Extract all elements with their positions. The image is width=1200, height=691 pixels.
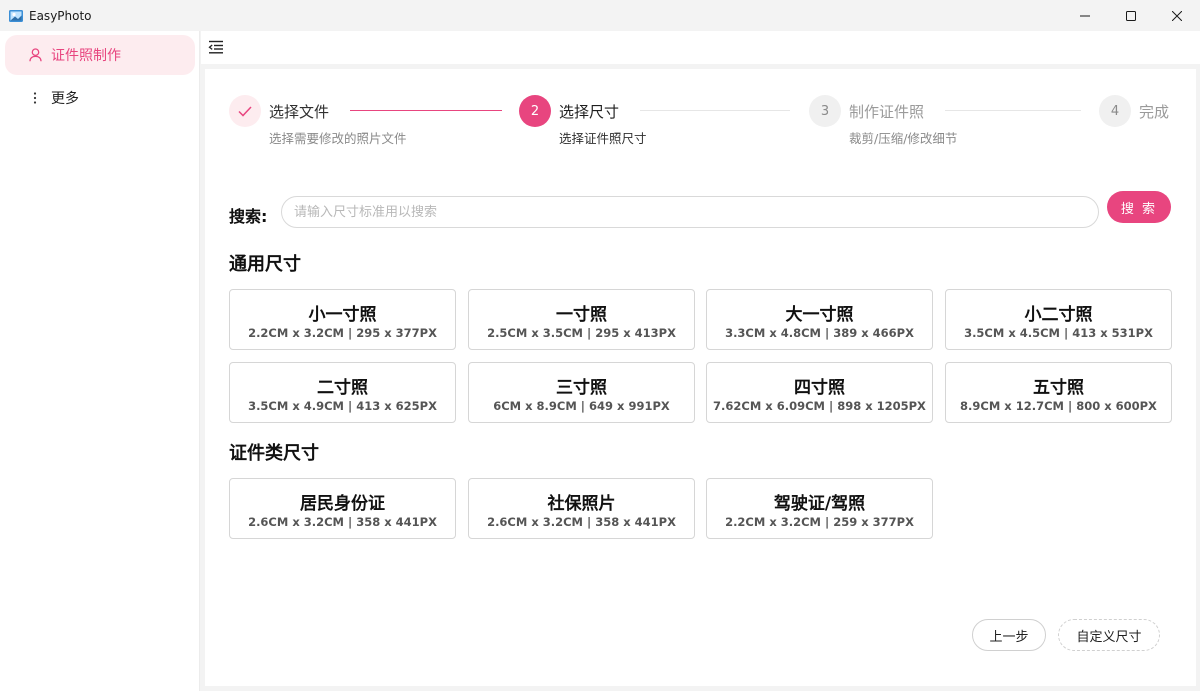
size-card[interactable]: 三寸照 6CM x 8.9CM | 649 x 991PX <box>468 362 695 423</box>
step-description: 选择需要修改的照片文件 <box>269 131 407 146</box>
size-spec: 2.6CM x 3.2CM | 358 x 441PX <box>487 515 676 529</box>
custom-size-button[interactable]: 自定义尺寸 <box>1058 619 1160 651</box>
size-name: 二寸照 <box>317 378 368 398</box>
size-card[interactable]: 驾驶证/驾照 2.2CM x 3.2CM | 259 x 377PX <box>706 478 933 539</box>
size-spec: 3.3CM x 4.8CM | 389 x 466PX <box>725 326 914 340</box>
step-title: 制作证件照 <box>849 103 925 121</box>
step-connector <box>640 110 790 111</box>
size-spec: 2.5CM x 3.5CM | 295 x 413PX <box>487 326 676 340</box>
size-name: 四寸照 <box>794 378 845 398</box>
step-title: 选择文件 <box>269 103 330 121</box>
size-card[interactable]: 小一寸照 2.2CM x 3.2CM | 295 x 377PX <box>229 289 456 350</box>
size-spec: 8.9CM x 12.7CM | 800 x 600PX <box>960 399 1157 413</box>
maximize-icon <box>1126 10 1136 21</box>
size-name: 社保照片 <box>547 494 616 514</box>
step-connector <box>350 110 502 111</box>
size-spec: 2.2CM x 3.2CM | 295 x 377PX <box>248 326 437 340</box>
size-spec: 6CM x 8.9CM | 649 x 991PX <box>493 399 670 413</box>
size-name: 驾驶证/驾照 <box>773 494 866 514</box>
size-spec: 2.6CM x 3.2CM | 358 x 441PX <box>248 515 437 529</box>
minimize-icon <box>1080 15 1090 16</box>
sidebar-item-label: 证件照制作 <box>51 48 121 64</box>
size-name: 大一寸照 <box>785 305 854 325</box>
sidebar-item-more[interactable]: 更多 <box>5 78 195 118</box>
search-button[interactable]: 搜 索 <box>1107 191 1171 223</box>
size-card[interactable]: 一寸照 2.5CM x 3.5CM | 295 x 413PX <box>468 289 695 350</box>
search-input[interactable] <box>281 196 1099 228</box>
size-name: 小一寸照 <box>308 305 377 325</box>
menu-collapse-icon[interactable] <box>208 40 224 54</box>
step-number: 3 <box>809 95 841 127</box>
search-label: 搜索: <box>229 207 268 226</box>
step-number: 2 <box>519 95 551 127</box>
size-name: 五寸照 <box>1033 378 1084 398</box>
step-title: 选择尺寸 <box>559 103 620 121</box>
more-vertical-icon <box>27 90 43 106</box>
size-spec: 3.5CM x 4.5CM | 413 x 531PX <box>964 326 1153 340</box>
user-icon <box>27 47 43 63</box>
size-card[interactable]: 大一寸照 3.3CM x 4.8CM | 389 x 466PX <box>706 289 933 350</box>
sidebar-item-label: 更多 <box>51 91 79 107</box>
step-description: 裁剪/压缩/修改细节 <box>849 131 958 146</box>
app-logo-icon <box>9 9 23 22</box>
close-icon <box>1172 10 1182 21</box>
section-title-id: 证件类尺寸 <box>229 443 319 464</box>
size-card[interactable]: 小二寸照 3.5CM x 4.5CM | 413 x 531PX <box>945 289 1172 350</box>
size-card[interactable]: 五寸照 8.9CM x 12.7CM | 800 x 600PX <box>945 362 1172 423</box>
size-name: 一寸照 <box>556 305 607 325</box>
size-name: 居民身份证 <box>300 494 385 514</box>
header-bar <box>201 31 1200 64</box>
step-title: 完成 <box>1139 103 1170 121</box>
step-description: 选择证件照尺寸 <box>559 131 647 146</box>
size-card[interactable]: 四寸照 7.62CM x 6.09CM | 898 x 1205PX <box>706 362 933 423</box>
main-content: 选择文件 选择需要修改的照片文件 2 选择尺寸 选择证件照尺寸 3 制作证件照 … <box>205 69 1196 686</box>
size-spec: 3.5CM x 4.9CM | 413 x 625PX <box>248 399 437 413</box>
size-name: 三寸照 <box>556 378 607 398</box>
size-card[interactable]: 社保照片 2.6CM x 3.2CM | 358 x 441PX <box>468 478 695 539</box>
size-spec: 7.62CM x 6.09CM | 898 x 1205PX <box>713 399 926 413</box>
window-controls <box>1062 0 1200 31</box>
size-card[interactable]: 居民身份证 2.6CM x 3.2CM | 358 x 441PX <box>229 478 456 539</box>
step-number: 4 <box>1099 95 1131 127</box>
minimize-button[interactable] <box>1062 0 1108 31</box>
app-title: EasyPhoto <box>29 8 92 23</box>
close-button[interactable] <box>1154 0 1200 31</box>
title-bar: EasyPhoto <box>0 0 1200 31</box>
size-spec: 2.2CM x 3.2CM | 259 x 377PX <box>725 515 914 529</box>
step-connector <box>945 110 1081 111</box>
prev-step-button[interactable]: 上一步 <box>972 619 1046 651</box>
size-card[interactable]: 二寸照 3.5CM x 4.9CM | 413 x 625PX <box>229 362 456 423</box>
maximize-button[interactable] <box>1108 0 1154 31</box>
size-name: 小二寸照 <box>1024 305 1093 325</box>
sidebar: 证件照制作 更多 <box>0 31 200 691</box>
section-title-general: 通用尺寸 <box>229 254 301 275</box>
sidebar-item-id-photo[interactable]: 证件照制作 <box>5 35 195 75</box>
step-check-icon <box>229 95 261 127</box>
